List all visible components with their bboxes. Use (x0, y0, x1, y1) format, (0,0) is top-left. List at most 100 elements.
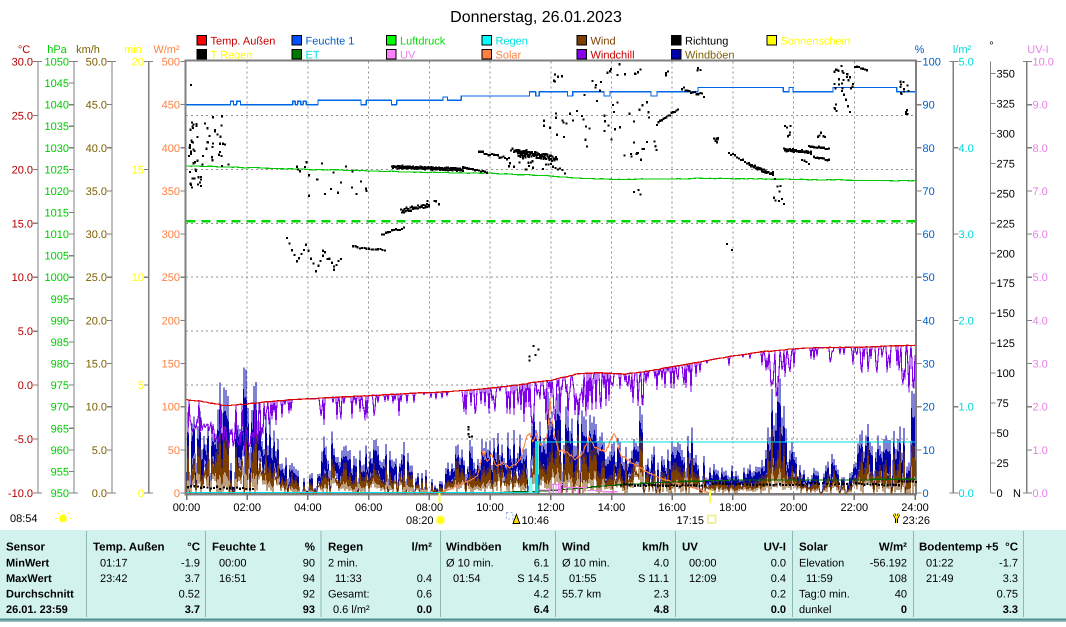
svg-text:5.0: 5.0 (959, 57, 974, 69)
svg-text:5.0: 5.0 (18, 326, 33, 338)
svg-text:0.6: 0.6 (417, 589, 432, 601)
svg-text:16:00: 16:00 (658, 502, 686, 514)
svg-text:Luftdruck: Luftdruck (400, 36, 446, 48)
svg-text:Ø 10 min.: Ø 10 min. (562, 558, 610, 570)
svg-text:2.0: 2.0 (1033, 402, 1048, 414)
svg-text:10:46: 10:46 (522, 515, 550, 527)
svg-text:25: 25 (997, 458, 1009, 470)
svg-text:1025: 1025 (45, 164, 69, 176)
svg-text:Tag:0 min.: Tag:0 min. (799, 589, 850, 601)
svg-text:100: 100 (997, 368, 1015, 380)
svg-text:%: % (915, 44, 925, 56)
svg-text:16:51: 16:51 (219, 573, 247, 585)
svg-text:0.4: 0.4 (417, 573, 432, 585)
svg-text:250: 250 (162, 272, 180, 284)
svg-text:18:00: 18:00 (719, 502, 747, 514)
svg-text:°: ° (989, 40, 993, 52)
svg-text:00:00: 00:00 (173, 502, 201, 514)
svg-text:80: 80 (923, 143, 935, 155)
svg-text:Durchschnitt: Durchschnitt (6, 589, 74, 601)
svg-text:1040: 1040 (45, 100, 69, 112)
svg-text:0.0: 0.0 (959, 488, 974, 500)
svg-text:Feuchte 1: Feuchte 1 (212, 542, 266, 554)
svg-text:175: 175 (997, 278, 1015, 290)
svg-text:5.0: 5.0 (92, 445, 107, 457)
svg-text:25.0: 25.0 (12, 110, 33, 122)
svg-text:100: 100 (923, 57, 941, 69)
svg-text:20.0: 20.0 (12, 164, 33, 176)
svg-text:70: 70 (923, 186, 935, 198)
svg-text:125: 125 (997, 338, 1015, 350)
svg-text:50: 50 (168, 445, 180, 457)
svg-text:990: 990 (51, 315, 69, 327)
svg-text:Regen: Regen (496, 36, 528, 48)
svg-text:94: 94 (303, 573, 315, 585)
svg-text:Sonnenschein: Sonnenschein (781, 36, 851, 48)
svg-text:1.0: 1.0 (1033, 445, 1048, 457)
svg-text:50.0: 50.0 (86, 57, 107, 69)
svg-text:-1.7: -1.7 (999, 558, 1018, 570)
svg-text:4.8: 4.8 (654, 604, 669, 616)
svg-text:50: 50 (923, 272, 935, 284)
svg-text:25.0: 25.0 (86, 272, 107, 284)
svg-text:S 11.1: S 11.1 (638, 573, 669, 585)
svg-text:90: 90 (303, 558, 315, 570)
svg-text:08:20: 08:20 (406, 515, 434, 527)
svg-text:20.0: 20.0 (86, 315, 107, 327)
svg-text:UV: UV (682, 542, 698, 554)
svg-text:4.0: 4.0 (1033, 315, 1048, 327)
svg-text:23:42: 23:42 (100, 573, 128, 585)
svg-text:55.7 km: 55.7 km (562, 589, 601, 601)
svg-text:35.0: 35.0 (86, 186, 107, 198)
svg-text:Richtung: Richtung (685, 36, 728, 48)
svg-text:10.0: 10.0 (86, 402, 107, 414)
svg-text:4.0: 4.0 (654, 558, 669, 570)
svg-text:00:00: 00:00 (689, 558, 717, 570)
svg-text:40: 40 (895, 589, 907, 601)
svg-text:250: 250 (997, 188, 1015, 200)
svg-text:50: 50 (997, 428, 1009, 440)
svg-text:10: 10 (132, 272, 144, 284)
svg-text:3.7: 3.7 (185, 604, 200, 616)
svg-text:%: % (305, 542, 315, 554)
svg-text:min: min (124, 44, 142, 56)
svg-text:10.0: 10.0 (1033, 57, 1054, 69)
svg-text:0: 0 (923, 488, 929, 500)
svg-text:°C: °C (1005, 542, 1018, 554)
svg-text:1010: 1010 (45, 229, 69, 241)
svg-text:965: 965 (51, 423, 69, 435)
svg-text:06:00: 06:00 (355, 502, 383, 514)
svg-text:Bodentemp +5: Bodentemp +5 (919, 542, 999, 554)
svg-text:22:00: 22:00 (841, 502, 869, 514)
svg-text:15.0: 15.0 (86, 359, 107, 371)
svg-text:30.0: 30.0 (86, 229, 107, 241)
svg-text:MinWert: MinWert (6, 558, 50, 570)
svg-text:350: 350 (997, 69, 1015, 81)
svg-text:0: 0 (138, 488, 144, 500)
svg-text:-1.9: -1.9 (181, 558, 200, 570)
svg-text:UV-I: UV-I (764, 542, 786, 554)
svg-text:1050: 1050 (45, 57, 69, 69)
svg-text:995: 995 (51, 294, 69, 306)
svg-text:Gesamt:: Gesamt: (328, 589, 370, 601)
svg-text:W/m²: W/m² (879, 542, 907, 554)
svg-text:200: 200 (997, 248, 1015, 260)
svg-text:985: 985 (51, 337, 69, 349)
svg-text:500: 500 (162, 57, 180, 69)
svg-text:km/h: km/h (522, 542, 549, 554)
svg-text:0.2: 0.2 (771, 589, 786, 601)
svg-text:21:49: 21:49 (926, 573, 954, 585)
svg-text:108: 108 (889, 573, 907, 585)
svg-text:-5.0: -5.0 (14, 434, 33, 446)
svg-text:7.0: 7.0 (1033, 186, 1048, 198)
svg-text:0.4: 0.4 (771, 573, 786, 585)
svg-text:km/h: km/h (76, 44, 100, 56)
svg-text:93: 93 (303, 604, 315, 616)
svg-text:Donnerstag, 26.01.2023: Donnerstag, 26.01.2023 (450, 9, 622, 26)
svg-text:6.4: 6.4 (534, 604, 550, 616)
svg-text:Temp. Außen: Temp. Außen (211, 36, 276, 48)
svg-text:950: 950 (51, 488, 69, 500)
svg-text:24:00: 24:00 (901, 502, 929, 514)
svg-text:9.0: 9.0 (1033, 100, 1048, 112)
svg-text:1045: 1045 (45, 78, 69, 90)
